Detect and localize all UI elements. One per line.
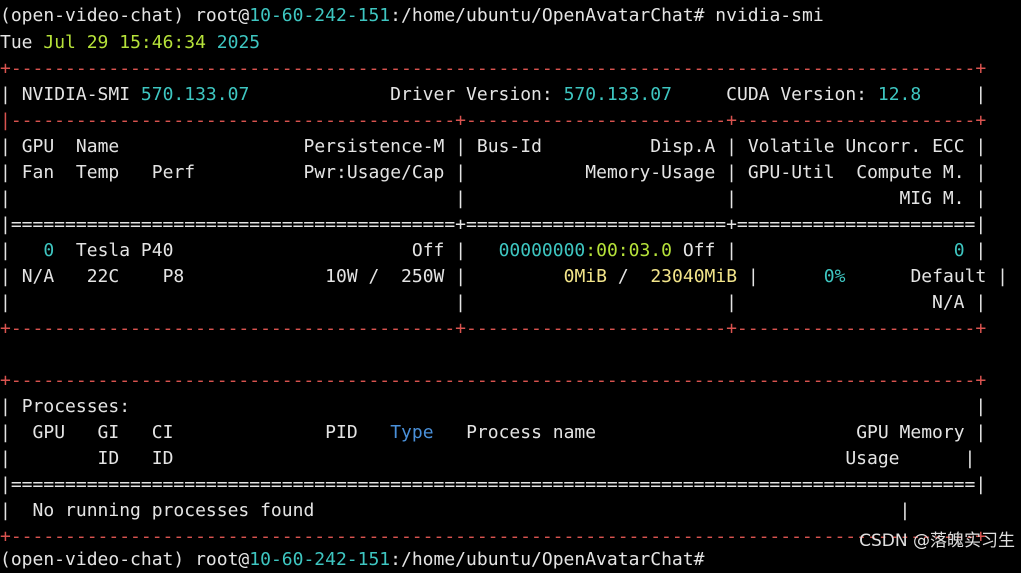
table-separator: |---------------------------------------… [0, 110, 987, 131]
no-processes-text: No running processes found [32, 500, 315, 521]
smi-version: 570.133.07 [140, 84, 250, 105]
col-ecc: Volatile Uncorr. ECC [747, 136, 965, 157]
gpu-name: Tesla P40 [75, 240, 174, 261]
col-mig-m: MIG M. [899, 188, 965, 209]
prompt-line-bottom: (open-video-chat) root@10-60-242-151:/ho… [0, 547, 704, 573]
col-compute-m: Compute M. [856, 162, 965, 183]
proc-col-gi: GI [97, 422, 120, 443]
proc-col-usage: Usage [845, 448, 900, 469]
table-border-bottom: +---------------------------------------… [0, 318, 987, 339]
power-usage: 10W [325, 266, 358, 287]
date-dow: Tue [0, 32, 33, 53]
proc-col-ci-id: ID [151, 448, 174, 469]
column-header-row-2: | Fan Temp Perf Pwr:Usage/Cap | Memory-U… [0, 162, 987, 183]
date-line: Tue Jul 29 15:46:34 2025 [0, 30, 260, 56]
proc-col-gpu: GPU [32, 422, 66, 443]
process-double-separator: |=======================================… [0, 474, 987, 495]
gpu-fan: N/A [21, 266, 55, 287]
driver-version: 570.133.07 [563, 84, 672, 105]
proc-col-type: Type [390, 422, 434, 443]
prompt-line: (open-video-chat) root@10-60-242-151:/ho… [0, 3, 824, 29]
proc-col-pid: PID [325, 422, 358, 443]
col-fan: Fan [21, 162, 55, 183]
col-gpu-util: GPU-Util [747, 162, 835, 183]
proc-col-gi-id: ID [97, 448, 120, 469]
col-disp-a: Disp.A [650, 136, 716, 157]
user-name: root@ [195, 5, 250, 26]
mig-mode: N/A [931, 292, 965, 313]
command-text: nvidia-smi [715, 5, 824, 26]
bus-id-prefix: 00000000 [498, 240, 586, 261]
process-table-border-top: +---------------------------------------… [0, 370, 987, 391]
proc-col-ci: CI [151, 422, 174, 443]
terminal-window[interactable]: (open-video-chat) root@10-60-242-151:/ho… [0, 0, 1021, 570]
col-gpu: GPU [21, 136, 55, 157]
smi-label: NVIDIA-SMI [21, 84, 131, 105]
gpu-row-3: | | | N/A | [0, 292, 987, 313]
cuda-version: 12.8 [877, 84, 922, 105]
process-empty-row: | No running processes found | [0, 500, 911, 521]
date-time: 15:46:34 [119, 32, 206, 53]
gpu-row-2: | N/A 22C P8 10W / 250W | 0MiB / 23040Mi… [0, 266, 1009, 287]
gpu-persistence: Off [411, 240, 445, 261]
col-temp: Temp [75, 162, 120, 183]
column-header-row-1: | GPU Name Persistence-M | Bus-Id Disp.A… [0, 136, 987, 157]
user-name-bottom: root@ [195, 549, 250, 570]
date-year: 2025 [216, 32, 261, 53]
date-month-day: Jul 29 [43, 32, 109, 53]
mem-used: 0MiB [563, 266, 607, 287]
driver-label: Driver Version: [390, 84, 553, 105]
gpu-disp-a: Off [682, 240, 716, 261]
col-name: Name [75, 136, 120, 157]
cwd-path-bottom: :/home/ubuntu/OpenAvatarChat# [390, 549, 705, 570]
power-cap: 250W [401, 266, 445, 287]
host-name: 10-60-242-151 [249, 5, 391, 26]
col-power: Pwr:Usage/Cap [303, 162, 445, 183]
gpu-row-1: | 0 Tesla P40 Off | 00000000:00:03.0 Off… [0, 240, 987, 261]
column-header-row-3: | | | MIG M. | [0, 188, 987, 209]
process-header-row-2: | ID ID Usage | [0, 448, 976, 469]
table-border-top: +---------------------------------------… [0, 58, 987, 79]
bus-id-suffix: :00:03.0 [585, 240, 672, 261]
compute-mode: Default [910, 266, 987, 287]
processes-title-row: | Processes: | [0, 396, 987, 417]
csdn-watermark: CSDN @落魄实习生 [859, 531, 1015, 551]
host-name-bottom: 10-60-242-151 [249, 549, 391, 570]
cwd-path: :/home/ubuntu/OpenAvatarChat# [390, 5, 705, 26]
gpu-perf: P8 [162, 266, 185, 287]
env-name: (open-video-chat) [0, 5, 185, 26]
gpu-index: 0 [43, 240, 55, 261]
mem-total: 23040MiB [650, 266, 738, 287]
smi-header-row: | NVIDIA-SMI 570.133.07 Driver Version: … [0, 84, 987, 105]
gpu-temp: 22C [86, 266, 120, 287]
processes-title: Processes: [21, 396, 131, 417]
gpu-util: 0% [823, 266, 846, 287]
cuda-label: CUDA Version: [726, 84, 868, 105]
env-name-bottom: (open-video-chat) [0, 549, 185, 570]
table-double-separator: |=======================================… [0, 214, 987, 235]
col-memory-usage: Memory-Usage [585, 162, 716, 183]
col-persistence: Persistence-M [303, 136, 445, 157]
col-perf: Perf [151, 162, 196, 183]
proc-col-name: Process name [466, 422, 597, 443]
proc-col-memory: GPU Memory [856, 422, 965, 443]
col-bus-id: Bus-Id [476, 136, 542, 157]
gpu-ecc: 0 [953, 240, 965, 261]
process-header-row-1: | GPU GI CI PID Type Process name GPU Me… [0, 422, 987, 443]
